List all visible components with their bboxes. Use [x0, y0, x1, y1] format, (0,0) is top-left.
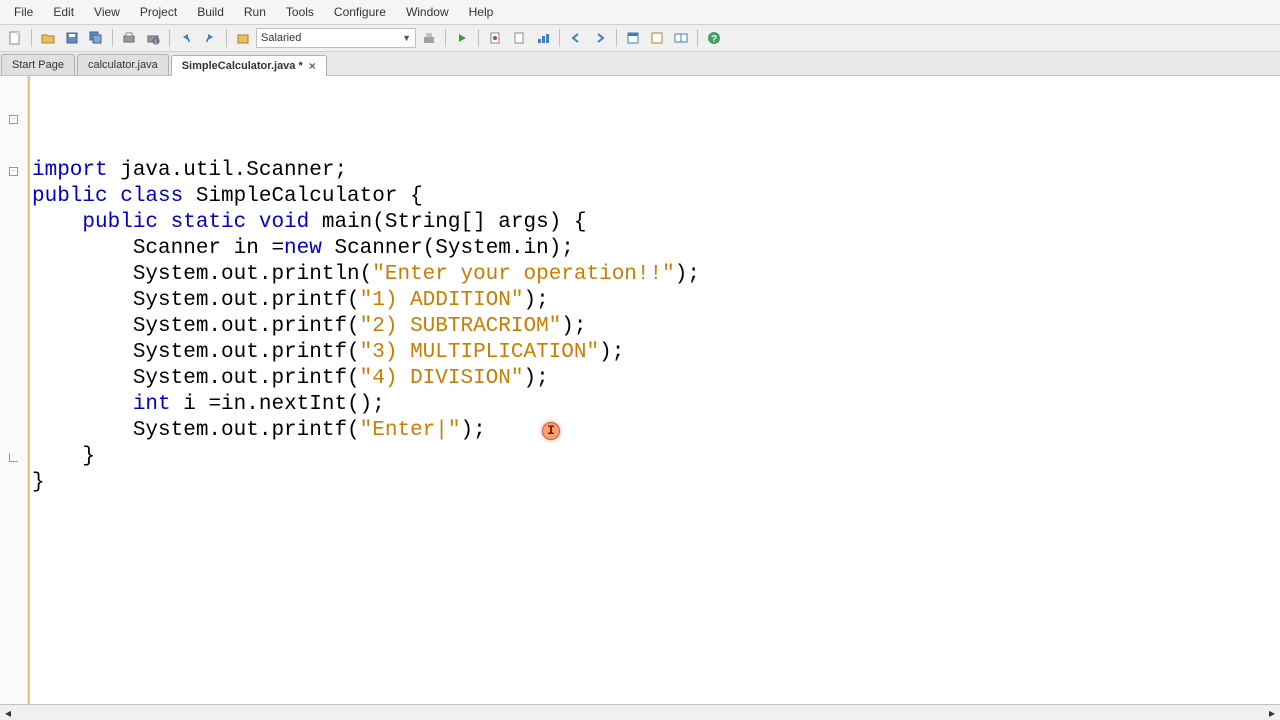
window-icon[interactable] [622, 27, 644, 49]
menu-configure[interactable]: Configure [324, 2, 396, 22]
editor: −− import java.util.Scanner;public class… [0, 76, 1280, 704]
nav-back-icon[interactable] [565, 27, 587, 49]
set-project-icon[interactable] [232, 27, 254, 49]
code-line[interactable]: System.out.printf("Enter|");I [32, 418, 1276, 444]
fold-toggle-icon[interactable]: − [9, 167, 18, 176]
fold-toggle-icon[interactable]: − [9, 115, 18, 124]
change-stripe [28, 76, 30, 704]
open-icon[interactable] [37, 27, 59, 49]
run-icon[interactable] [451, 27, 473, 49]
separator [616, 29, 617, 47]
undo-icon[interactable] [175, 27, 197, 49]
code-line[interactable]: System.out.printf("1) ADDITION"); [32, 288, 1276, 314]
nav-forward-icon[interactable] [589, 27, 611, 49]
separator [697, 29, 698, 47]
menu-help[interactable]: Help [459, 2, 504, 22]
error-marker-icon[interactable]: I [542, 422, 560, 440]
scroll-right-icon[interactable]: ▸ [1264, 705, 1280, 720]
menubar: File Edit View Project Build Run Tools C… [0, 0, 1280, 25]
close-icon[interactable]: × [309, 59, 316, 73]
separator [112, 29, 113, 47]
save-all-icon[interactable] [85, 27, 107, 49]
code-area[interactable]: import java.util.Scanner;public class Si… [28, 76, 1280, 704]
tab-label: calculator.java [88, 59, 158, 71]
debug-icon[interactable] [484, 27, 506, 49]
menu-view[interactable]: View [84, 2, 130, 22]
code-line[interactable]: System.out.println("Enter your operation… [32, 262, 1276, 288]
code-line[interactable]: } [32, 444, 1276, 470]
code-line[interactable]: System.out.printf("2) SUBTRACRIOM"); [32, 314, 1276, 340]
project-dropdown[interactable]: Salaried ▼ [256, 28, 416, 48]
gutter: −− [0, 76, 28, 704]
toolbar: Salaried ▼ ? [0, 25, 1280, 52]
window2-icon[interactable] [646, 27, 668, 49]
print-icon[interactable] [118, 27, 140, 49]
tab-label: SimpleCalculator.java * [182, 60, 303, 72]
code-line[interactable]: System.out.printf("4) DIVISION"); [32, 366, 1276, 392]
horizontal-scrollbar[interactable]: ◂ ▸ [0, 704, 1280, 720]
window3-icon[interactable] [670, 27, 692, 49]
menu-edit[interactable]: Edit [43, 2, 84, 22]
svg-text:?: ? [711, 34, 717, 45]
separator [478, 29, 479, 47]
new-file-icon[interactable] [4, 27, 26, 49]
menu-run[interactable]: Run [234, 2, 276, 22]
separator [169, 29, 170, 47]
redo-icon[interactable] [199, 27, 221, 49]
menu-project[interactable]: Project [130, 2, 187, 22]
tab-label: Start Page [12, 59, 64, 71]
scroll-left-icon[interactable]: ◂ [0, 705, 16, 720]
print-preview-icon[interactable] [142, 27, 164, 49]
separator [559, 29, 560, 47]
save-icon[interactable] [61, 27, 83, 49]
profile-icon[interactable] [532, 27, 554, 49]
editor-tabs: Start Page calculator.java SimpleCalcula… [0, 52, 1280, 76]
code-line[interactable]: Scanner in =new Scanner(System.in); [32, 236, 1276, 262]
menu-tools[interactable]: Tools [276, 2, 324, 22]
separator [445, 29, 446, 47]
menu-file[interactable]: File [4, 2, 43, 22]
code-line[interactable]: import java.util.Scanner; [32, 158, 1276, 184]
chevron-down-icon: ▼ [402, 33, 411, 43]
project-dropdown-value: Salaried [261, 32, 402, 44]
code-line[interactable]: } [32, 470, 1276, 496]
tab-start-page[interactable]: Start Page [1, 54, 75, 75]
code-line[interactable]: int i =in.nextInt(); [32, 392, 1276, 418]
help-icon[interactable]: ? [703, 27, 725, 49]
tab-calculator[interactable]: calculator.java [77, 54, 169, 75]
attach-debug-icon[interactable] [508, 27, 530, 49]
build-project-icon[interactable] [418, 27, 440, 49]
separator [226, 29, 227, 47]
tab-simple-calculator[interactable]: SimpleCalculator.java * × [171, 55, 327, 76]
code-line[interactable]: public class SimpleCalculator { [32, 184, 1276, 210]
code-line[interactable]: public static void main(String[] args) { [32, 210, 1276, 236]
code-line[interactable]: System.out.printf("3) MULTIPLICATION"); [32, 340, 1276, 366]
separator [31, 29, 32, 47]
fold-end-icon [9, 453, 18, 462]
menu-build[interactable]: Build [187, 2, 234, 22]
menu-window[interactable]: Window [396, 2, 459, 22]
